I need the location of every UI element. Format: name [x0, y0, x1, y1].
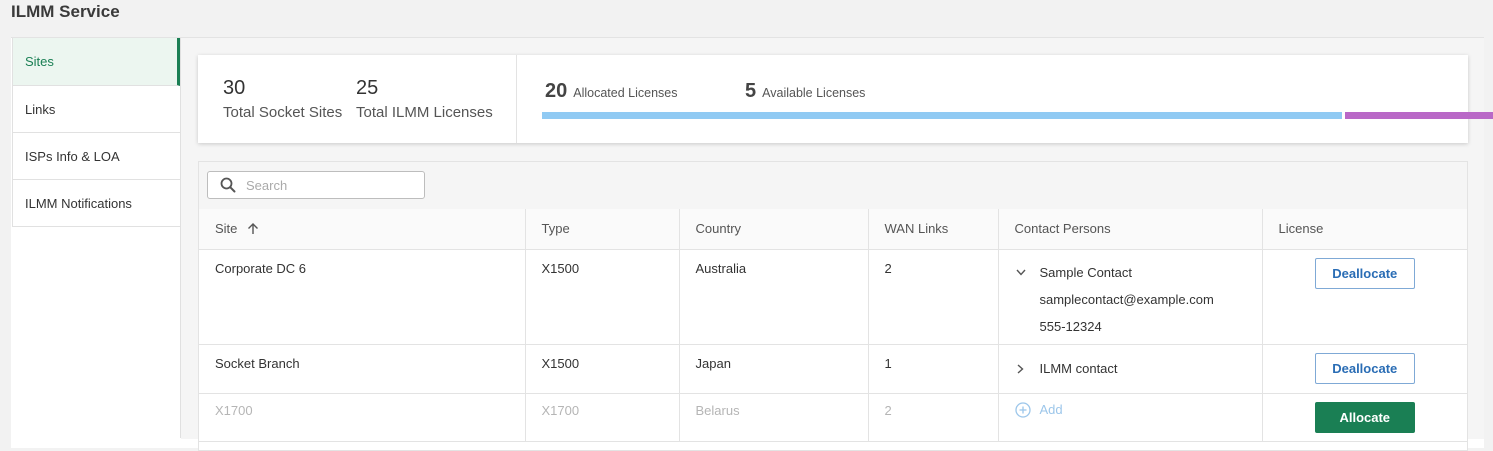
column-header-type[interactable]: Type	[525, 209, 680, 250]
total-socket-sites-value: 30	[223, 77, 246, 99]
site-country: Japan	[695, 355, 731, 371]
license-cell: Deallocate	[1262, 249, 1467, 345]
type-cell: X1700	[525, 393, 680, 442]
allocate-button[interactable]: Allocate	[1314, 401, 1415, 433]
country-cell: Australia	[679, 249, 869, 345]
column-header-contact-persons[interactable]: Contact Persons	[998, 209, 1263, 250]
column-header-site-label: Site	[215, 221, 238, 237]
contact-cell: ILMM contact	[998, 344, 1263, 394]
column-header-license[interactable]: License	[1262, 209, 1467, 250]
site-cell: Socket Branch	[199, 344, 526, 394]
contact-cell: Sample Contact samplecontact@example.com…	[998, 249, 1263, 345]
table-row: Socket Branch X1500 Japan 1 ILMM contact	[199, 344, 1467, 394]
total-socket-sites-stat: 30 Total Socket Sites	[223, 77, 342, 121]
contact-toggle[interactable]: ILMM contact	[1015, 356, 1246, 382]
table-row: Corporate DC 6 X1500 Australia 2 Sample …	[199, 249, 1467, 345]
total-socket-sites-label: Total Socket Sites	[223, 104, 343, 121]
site-cell: Corporate DC 6	[199, 249, 526, 345]
sidebar: Sites Links ISPs Info & LOA ILMM Notific…	[12, 38, 181, 438]
contact-name: Sample Contact	[1039, 265, 1133, 280]
chevron-right-icon[interactable]	[1015, 363, 1027, 374]
column-header-site[interactable]: Site	[199, 209, 526, 250]
sidebar-item-sites[interactable]: Sites	[12, 38, 180, 86]
site-type: X1500	[541, 260, 580, 276]
site-name: X1700	[215, 402, 253, 418]
contact-cell: Add	[998, 393, 1263, 442]
wan-links-cell: 2	[868, 249, 999, 345]
search-icon	[220, 177, 236, 193]
type-cell: X1500	[525, 249, 680, 345]
total-ilmm-licenses-value: 25	[356, 77, 379, 99]
table-header-row: Site Type Country WAN Links Contact Pers…	[199, 209, 1467, 250]
available-licenses-label: Available Licenses	[762, 86, 866, 100]
plus-circle-icon	[1014, 401, 1031, 418]
contact-toggle[interactable]: Sample Contact	[1015, 260, 1246, 286]
column-header-country[interactable]: Country	[679, 209, 869, 250]
app-title: ILMM Service	[11, 2, 120, 21]
add-contact-label: Add	[1039, 402, 1063, 417]
search-input[interactable]	[244, 176, 418, 194]
site-wan-links: 2	[884, 402, 892, 418]
site-wan-links: 1	[884, 355, 892, 371]
contact-phone: 555-12324	[1039, 318, 1102, 334]
license-summary-card: 30 Total Socket Sites 25 Total ILMM Lice…	[198, 55, 1493, 143]
sidebar-item-links[interactable]: Links	[12, 86, 180, 133]
sites-table: Site Type Country WAN Links Contact Pers…	[199, 209, 1467, 442]
total-ilmm-licenses-stat: 25 Total ILMM Licenses	[356, 77, 493, 121]
sidebar-item-isps-info-loa[interactable]: ISPs Info & LOA	[12, 133, 180, 180]
column-header-wan-links[interactable]: WAN Links	[868, 209, 999, 250]
license-cell: Deallocate	[1262, 344, 1467, 394]
allocated-licenses-stat: 20 Allocated Licenses	[545, 80, 677, 103]
stats-divider	[516, 55, 517, 143]
chevron-down-icon[interactable]	[1015, 269, 1027, 276]
site-name: Socket Branch	[215, 355, 300, 371]
type-cell: X1500	[525, 344, 680, 394]
site-wan-links: 2	[884, 260, 892, 276]
allocated-licenses-bar	[542, 112, 1342, 119]
add-contact-link[interactable]: Add	[1014, 394, 1246, 418]
license-cell: Allocate	[1262, 393, 1467, 442]
allocated-licenses-label: Allocated Licenses	[573, 86, 678, 100]
contact-email: samplecontact@example.com	[1039, 291, 1214, 307]
available-licenses-bar	[1345, 112, 1493, 119]
contact-name: ILMM contact	[1039, 361, 1118, 376]
sites-table-card: Site Type Country WAN Links Contact Pers…	[198, 161, 1468, 451]
site-type: X1500	[541, 355, 580, 371]
site-type: X1700	[541, 402, 580, 418]
sort-ascending-icon[interactable]	[247, 222, 259, 235]
site-country: Australia	[695, 260, 747, 276]
table-toolbar	[199, 162, 1467, 210]
available-licenses-value: 5	[745, 80, 757, 102]
total-ilmm-licenses-label: Total ILMM Licenses	[356, 104, 493, 121]
site-cell: X1700	[199, 393, 526, 442]
available-licenses-stat: 5 Available Licenses	[745, 80, 865, 103]
country-cell: Japan	[679, 344, 869, 394]
table-row: X1700 X1700 Belarus 2 Add Allocate	[199, 393, 1467, 442]
site-name: Corporate DC 6	[215, 260, 307, 276]
site-country: Belarus	[695, 402, 740, 418]
search-box[interactable]	[207, 171, 425, 199]
wan-links-cell: 2	[868, 393, 999, 442]
sidebar-item-ilmm-notifications[interactable]: ILMM Notifications	[12, 180, 180, 227]
allocated-licenses-value: 20	[545, 80, 568, 102]
deallocate-button[interactable]: Deallocate	[1314, 352, 1415, 384]
country-cell: Belarus	[679, 393, 869, 442]
wan-links-cell: 1	[868, 344, 999, 394]
deallocate-button[interactable]: Deallocate	[1314, 257, 1415, 289]
